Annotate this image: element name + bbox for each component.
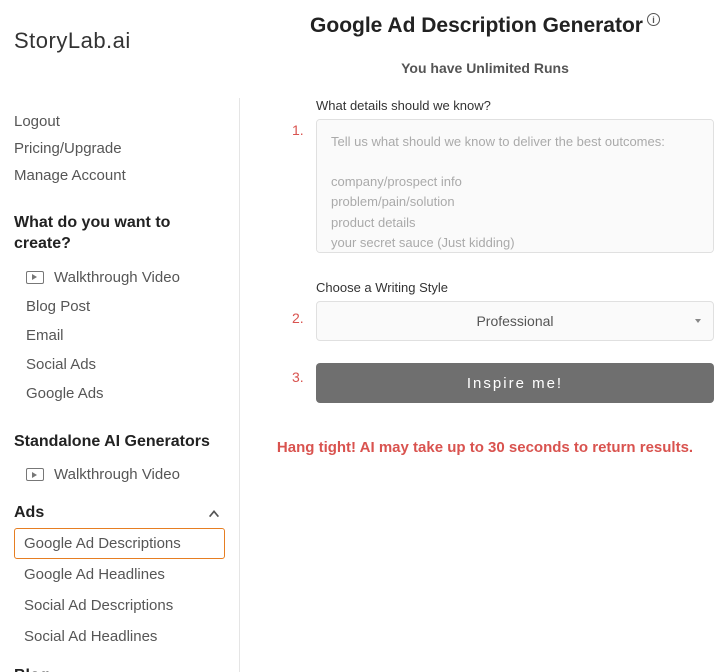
waiting-message: Hang tight! AI may take up to 30 seconds… (250, 437, 720, 460)
page-title: Google Ad Description Generator i (250, 14, 720, 38)
details-input[interactable] (316, 119, 714, 253)
brand-logo: StoryLab.ai (14, 28, 131, 54)
writing-style-select[interactable]: Professional (316, 301, 714, 341)
writing-style-value: Professional (476, 313, 553, 329)
sidebar-item-google-ad-headlines[interactable]: Google Ad Headlines (14, 559, 225, 590)
runs-status: You have Unlimited Runs (250, 60, 720, 76)
main-content: Google Ad Description Generator i You ha… (250, 14, 720, 460)
step-number-2: 2. (292, 310, 304, 326)
sidebar-item-google-ad-descriptions[interactable]: Google Ad Descriptions (14, 528, 225, 559)
video-icon (26, 468, 44, 481)
manage-account-link[interactable]: Manage Account (14, 162, 239, 189)
walkthrough-video-link[interactable]: Walkthrough Video (14, 263, 239, 292)
sidebar: Logout Pricing/Upgrade Manage Account Wh… (0, 98, 240, 672)
sidebar-item-social-ad-headlines[interactable]: Social Ad Headlines (14, 621, 225, 652)
walkthrough-video-link-2[interactable]: Walkthrough Video (14, 460, 239, 489)
nav-email[interactable]: Email (14, 321, 239, 350)
details-label: What details should we know? (316, 98, 720, 113)
inspire-button[interactable]: Inspire me! (316, 363, 714, 403)
blog-section-toggle[interactable]: Blog (14, 666, 239, 672)
info-icon[interactable]: i (647, 13, 660, 26)
style-label: Choose a Writing Style (316, 280, 720, 295)
blog-heading-label: Blog (14, 666, 50, 672)
chevron-up-icon (207, 507, 221, 521)
ads-heading-label: Ads (14, 503, 44, 524)
standalone-heading: Standalone AI Generators (14, 432, 239, 453)
walkthrough-label-2: Walkthrough Video (54, 466, 180, 483)
nav-blog-post[interactable]: Blog Post (14, 292, 239, 321)
create-heading: What do you want to create? (14, 213, 239, 255)
page-title-text: Google Ad Description Generator (310, 14, 643, 38)
walkthrough-label: Walkthrough Video (54, 269, 180, 286)
video-icon (26, 271, 44, 284)
nav-social-ads[interactable]: Social Ads (14, 350, 239, 379)
sidebar-item-social-ad-descriptions[interactable]: Social Ad Descriptions (14, 590, 225, 621)
ads-section-toggle[interactable]: Ads (14, 503, 239, 524)
step-number-1: 1. (292, 122, 304, 138)
logout-link[interactable]: Logout (14, 108, 239, 135)
nav-google-ads[interactable]: Google Ads (14, 379, 239, 408)
pricing-link[interactable]: Pricing/Upgrade (14, 135, 239, 162)
step-number-3: 3. (292, 369, 304, 385)
